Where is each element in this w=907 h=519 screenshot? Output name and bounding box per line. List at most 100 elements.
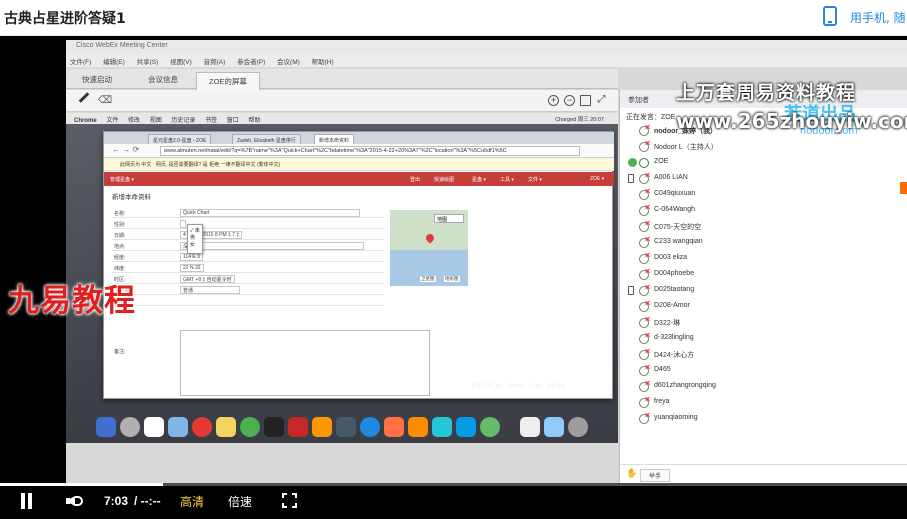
- zoom-in-icon[interactable]: +: [548, 95, 559, 106]
- menu-item[interactable]: 会议(M): [277, 59, 300, 66]
- device-slot: [628, 334, 637, 343]
- audio-muted-icon: [639, 266, 650, 280]
- device-slot: [628, 398, 637, 407]
- participant-name: yuanqiaoming: [654, 414, 698, 421]
- mobile-link[interactable]: 用手机, 随: [850, 9, 906, 26]
- participant-name: C049qiuxuan: [654, 190, 696, 197]
- audio-muted-icon: [639, 234, 650, 248]
- translate-bar: 此网页为 中文 · 网页, 是否需要翻译? 是 拒绝 一律不翻译中文 (繁体中文…: [104, 158, 614, 171]
- quality-button[interactable]: 高清: [180, 493, 204, 510]
- participant-row[interactable]: yuanqiaoming: [628, 410, 898, 427]
- presenter-icon: [628, 158, 637, 167]
- participant-name: d601zhangrongqing: [654, 382, 716, 389]
- app-header-item: 快速绘图: [434, 177, 455, 183]
- tab-zoe-screen[interactable]: ZOE的屏幕: [196, 72, 260, 90]
- watermark-url: www.265zhouyiw.com: [676, 109, 907, 133]
- menu-item[interactable]: 参会者(P): [237, 59, 265, 66]
- audio-muted-icon: [639, 362, 650, 376]
- participant-row[interactable]: D004phoebe: [628, 266, 898, 283]
- map-button: 地形图: [444, 276, 460, 282]
- form-label: 性别:: [114, 222, 126, 228]
- progress-fill: [0, 483, 164, 486]
- participant-row[interactable]: d601zhangrongqing: [628, 378, 898, 395]
- menu-item[interactable]: 视图(V): [170, 59, 192, 66]
- participant-row[interactable]: Nodoor L（主持人）: [628, 138, 898, 155]
- participant-row[interactable]: D003 eliza: [628, 250, 898, 267]
- xiami-icon: [408, 417, 428, 437]
- participant-row[interactable]: ZOE: [628, 156, 898, 171]
- pen-icon[interactable]: [78, 92, 90, 103]
- participant-row[interactable]: d-323lingling: [628, 330, 898, 347]
- volume-icon[interactable]: [66, 492, 86, 510]
- participant-row[interactable]: D322-琳: [628, 314, 898, 331]
- volume-icon-cone: [66, 496, 75, 506]
- fit-screen-icon[interactable]: [580, 95, 591, 106]
- page-title: 古典占星进阶答疑1: [4, 11, 126, 27]
- tab-meeting-info[interactable]: 会议信息: [148, 74, 178, 85]
- form-value: [180, 220, 186, 228]
- raise-hand-button[interactable]: 举手: [640, 469, 671, 482]
- audio-muted-icon: [639, 394, 650, 408]
- url-bar: www.almuten.net/natal/edit/?q=%7B"name"%…: [160, 146, 580, 156]
- participant-row[interactable]: C049qiuxuan: [628, 186, 898, 203]
- phone-icon[interactable]: [823, 6, 837, 26]
- audio-muted-icon: [639, 330, 650, 344]
- app-header-item: 文件 ▾: [528, 177, 542, 183]
- device-slot: [628, 414, 637, 423]
- total-time: / --:--: [134, 494, 161, 508]
- calendar-icon: [144, 417, 164, 437]
- pause-icon[interactable]: [19, 493, 33, 509]
- participant-row[interactable]: D208-Amor: [628, 298, 898, 315]
- dropdown-option: ✓ 未: [190, 228, 200, 234]
- zoom-out-icon[interactable]: −: [564, 95, 575, 106]
- app-icon: [336, 417, 356, 437]
- current-time: 7:03: [104, 494, 129, 508]
- video-player[interactable]: Cisco WebEx Meeting Center 文件(F) 编辑(E) 共…: [0, 36, 907, 519]
- device-slot: [628, 190, 637, 199]
- preview-icon: [168, 417, 188, 437]
- menu-item[interactable]: 共享(S): [137, 59, 159, 66]
- fullscreen-icon[interactable]: [282, 493, 297, 508]
- desktop-file: 添加.jpg: [546, 383, 565, 389]
- form-value: 114 E 3: [180, 253, 203, 261]
- participant-row[interactable]: C233 wangqian: [628, 234, 898, 251]
- gender-dropdown: ✓ 未 男 女: [187, 224, 203, 254]
- map-pin-icon: [424, 232, 436, 244]
- tab-quick-start[interactable]: 快速启动: [82, 74, 112, 85]
- eraser-icon[interactable]: ⌫: [98, 95, 112, 106]
- participant-row[interactable]: freya: [628, 394, 898, 411]
- desktop-files: 安全口001.jpg release-...01.jpg 添加.jpg: [471, 382, 565, 389]
- participant-row[interactable]: D025taotang: [628, 282, 898, 299]
- menu-item[interactable]: 文件(F): [70, 59, 91, 66]
- mac-dock: [96, 413, 588, 443]
- form-label: 地点:: [114, 244, 126, 250]
- app-icon: [456, 417, 476, 437]
- form-value: 深圳市: [180, 242, 364, 250]
- participant-name: C075-天空的空: [654, 224, 702, 231]
- participant-row[interactable]: C075-天空的空: [628, 218, 898, 235]
- top-bar: 古典占星进阶答疑1 用手机, 随: [0, 0, 907, 36]
- app-header-menu: 管理星盘 ▾: [110, 177, 134, 183]
- participant-name: C-064Wangh: [654, 206, 695, 213]
- menu-item[interactable]: 音频(A): [204, 59, 226, 66]
- participant-row[interactable]: D465: [628, 362, 898, 379]
- audio-muted-icon: [639, 282, 650, 296]
- browser-tab: Zadeh, Elisabeth 星盘排行: [232, 134, 301, 144]
- participant-row[interactable]: D424-沐心方: [628, 346, 898, 363]
- trash-icon: [568, 417, 588, 437]
- menu-item[interactable]: 编辑(E): [103, 59, 125, 66]
- audio-connected-icon: [639, 158, 649, 168]
- participant-row[interactable]: A006 LIAN: [628, 170, 898, 187]
- app-header-item: 工具 ▾: [500, 177, 514, 183]
- launchpad-icon: [120, 417, 140, 437]
- progress-bar[interactable]: [0, 483, 907, 486]
- participant-row[interactable]: C-064Wangh: [628, 202, 898, 219]
- finder-icon: [96, 417, 116, 437]
- webex-window-title: Cisco WebEx Meeting Center: [66, 40, 907, 53]
- menu-item[interactable]: 帮助(H): [312, 59, 334, 66]
- expand-icon[interactable]: ⤢: [596, 95, 607, 106]
- form-row: 标签:: [112, 296, 384, 306]
- speed-button[interactable]: 倍速: [228, 493, 252, 510]
- audio-muted-icon: [639, 250, 650, 264]
- map-type-select: 地图: [434, 214, 464, 223]
